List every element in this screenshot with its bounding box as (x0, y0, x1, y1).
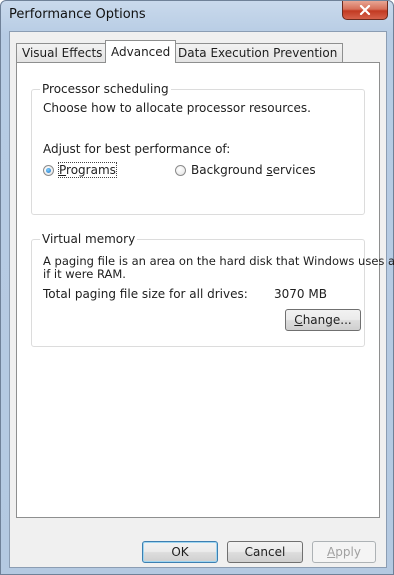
tab-panel-advanced: Processor scheduling Choose how to alloc… (16, 62, 394, 518)
virtual-memory-description-line1: A paging file is an area on the hard dis… (43, 254, 394, 268)
total-paging-size-value: 3070 MB (274, 287, 327, 301)
dialog-client-area: Visual Effects Advanced Data Execution P… (9, 31, 394, 568)
cancel-button[interactable]: Cancel (227, 541, 303, 563)
change-button[interactable]: Change... (285, 309, 361, 331)
total-paging-size-label: Total paging file size for all drives: (43, 287, 248, 301)
processor-scheduling-group: Processor scheduling Choose how to alloc… (31, 82, 365, 215)
group-label: Virtual memory (40, 232, 138, 246)
radio-button-icon (175, 164, 186, 176)
tab-visual-effects[interactable]: Visual Effects (16, 43, 109, 62)
virtual-memory-description-line2: if it were RAM. (43, 267, 126, 281)
tab-data-execution-prevention[interactable]: Data Execution Prevention (172, 43, 344, 62)
radio-background-services-label: Background services (191, 163, 316, 177)
radio-programs-label: Programs (58, 162, 117, 178)
tab-advanced[interactable]: Advanced (105, 40, 177, 63)
radio-programs[interactable]: Programs (43, 162, 117, 178)
performance-options-window: Performance Options Visual Effects Advan… (0, 0, 394, 575)
tab-label: Advanced (111, 45, 171, 59)
radio-button-icon (43, 164, 54, 176)
virtual-memory-group: Virtual memory A paging file is an area … (31, 232, 394, 347)
window-title: Performance Options (9, 7, 146, 22)
close-button[interactable] (342, 1, 388, 20)
close-x-icon (359, 5, 371, 15)
radio-background-services[interactable]: Background services (175, 163, 316, 177)
adjust-performance-label: Adjust for best performance of: (43, 142, 231, 156)
title-bar[interactable]: Performance Options (1, 1, 393, 31)
radio-selected-dot (46, 167, 51, 173)
ok-button[interactable]: OK (142, 541, 218, 563)
tab-label: Visual Effects (22, 46, 103, 60)
group-label: Processor scheduling (40, 82, 171, 96)
tab-label: Data Execution Prevention (178, 46, 338, 60)
apply-button[interactable]: Apply (312, 541, 376, 563)
processor-description: Choose how to allocate processor resourc… (43, 101, 311, 115)
